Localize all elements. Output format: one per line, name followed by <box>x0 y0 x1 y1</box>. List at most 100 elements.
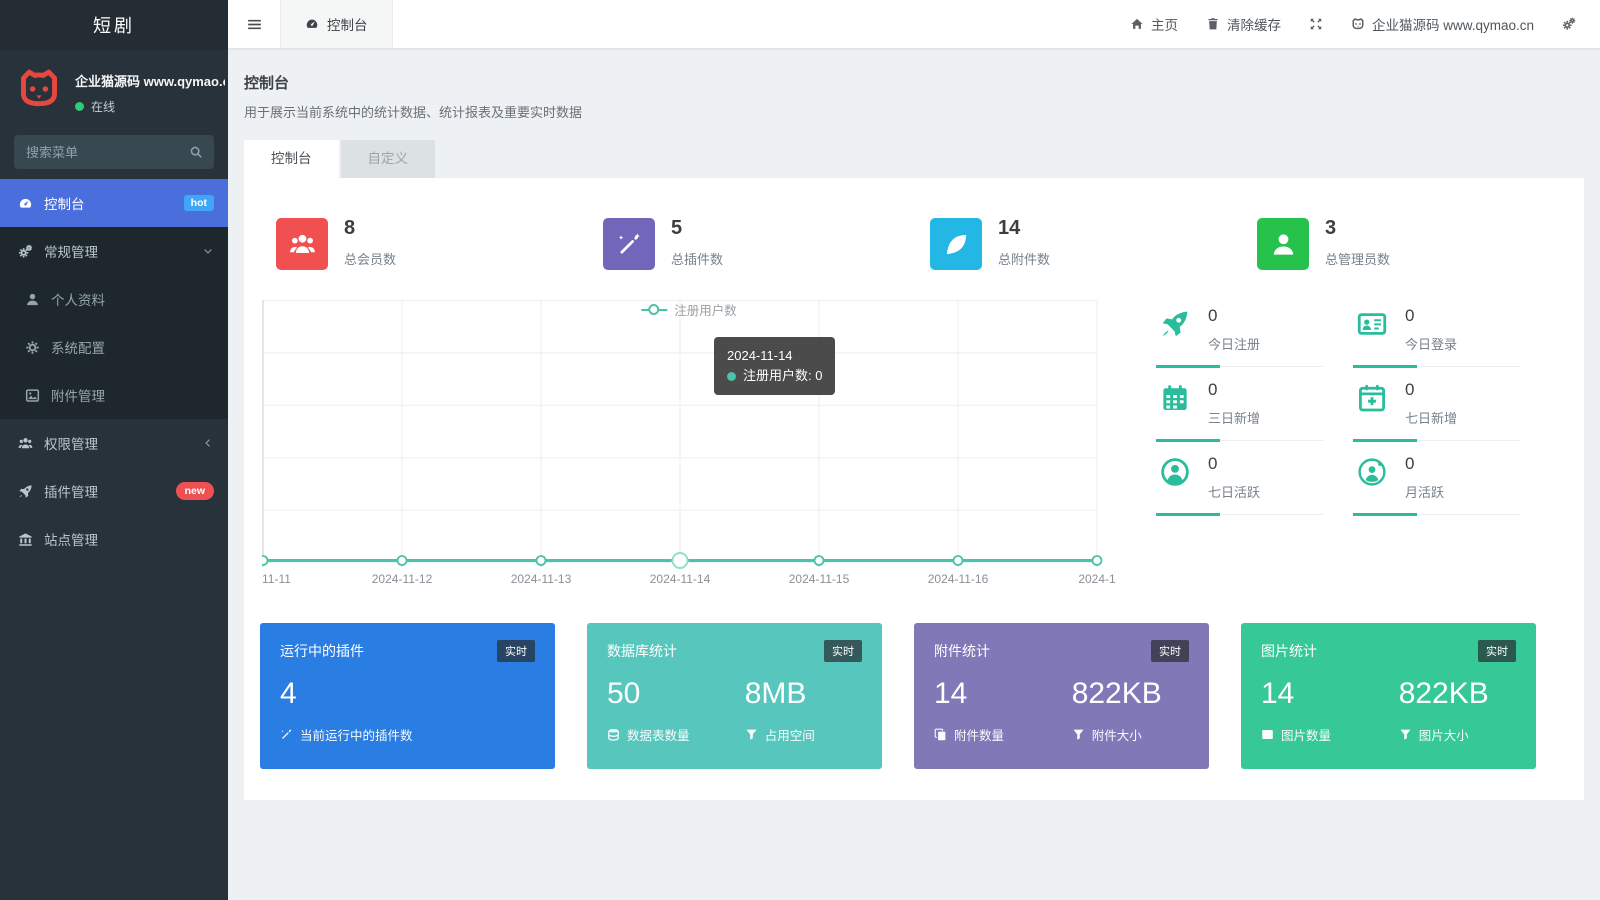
tab-custom[interactable]: 自定义 <box>341 140 436 178</box>
legend-line-marker <box>641 309 667 311</box>
page-subtitle: 用于展示当前系统中的统计数据、统计报表及重要实时数据 <box>244 102 1584 121</box>
divider <box>1156 514 1323 515</box>
sidebar-item-rocket[interactable]: 插件管理 new <box>0 467 228 515</box>
sidebar-item-users[interactable]: 权限管理 <box>0 419 228 467</box>
realtime-cards: 运行中的插件实时4当前运行中的插件数数据库统计实时50数据表数量8MB占用空间附… <box>260 623 1536 769</box>
chart-area: 11-112024-11-122024-11-132024-11-142024-… <box>262 300 1116 597</box>
mini-stat-label: 七日新增 <box>1405 408 1457 427</box>
mini-stats: 0今日注册0今日登录0三日新增0七日新增0七日活跃0月活跃 <box>1116 300 1568 597</box>
sidebar-item-label: 站点管理 <box>44 529 98 549</box>
mini-stat-rocket: 0今日注册 <box>1156 306 1323 367</box>
sidebar-item-label: 个人资料 <box>51 289 105 309</box>
leaf-icon <box>943 231 970 258</box>
divider <box>1353 440 1520 441</box>
card-metric-value: 14 <box>1261 677 1399 712</box>
bank-icon <box>18 532 33 547</box>
sidebar-item-user[interactable]: 个人资料 <box>0 275 228 323</box>
fullscreen-button[interactable] <box>1309 17 1323 31</box>
card-metric: 50数据表数量 <box>607 677 745 744</box>
cogs-icon <box>1562 17 1576 31</box>
trash-icon <box>1206 17 1220 31</box>
topbar-tab-dashboard[interactable]: 控制台 <box>280 0 393 48</box>
mini-stat-label: 今日注册 <box>1208 334 1260 353</box>
stat-tile <box>1257 218 1309 270</box>
mini-stat-user-circle: 0七日活跃 <box>1156 454 1323 515</box>
menu-badge-new: new <box>176 482 214 500</box>
sidebar-item-tachometer[interactable]: 控制台 hot <box>0 179 228 227</box>
sidebar: 短剧 企业猫源码 www.qymao.cn 在线 控制台hot常规管理个人资料系… <box>0 0 228 900</box>
sidebar-item-label: 控制台 <box>44 193 85 213</box>
realtime-card: 数据库统计实时50数据表数量8MB占用空间 <box>587 623 882 769</box>
topbar-right: 主页 清除缓存 企业猫源码 www.qymao.cn <box>1130 14 1600 34</box>
sidebar-item-label: 插件管理 <box>44 481 98 501</box>
tachometer-icon <box>18 196 33 211</box>
card-metric-value: 822KB <box>1399 677 1516 712</box>
card-metric-label: 当前运行中的插件数 <box>300 725 413 744</box>
stat-tile <box>930 218 982 270</box>
search-icon <box>189 145 203 159</box>
card-metric-label: 占用空间 <box>765 725 815 744</box>
card-metric-value: 50 <box>607 677 745 712</box>
menu-badge-hot: hot <box>184 195 214 211</box>
card-metric: 14附件数量 <box>934 677 1072 744</box>
brand-link[interactable]: 企业猫源码 www.qymao.cn <box>1351 14 1534 34</box>
stat-leaf: 14总附件数 <box>914 216 1241 270</box>
mini-stat-calendar: 0三日新增 <box>1156 380 1323 441</box>
user-panel: 企业猫源码 www.qymao.cn 在线 <box>0 50 228 123</box>
divider <box>1353 366 1520 367</box>
divider <box>1156 440 1323 441</box>
sidebar-item-label: 权限管理 <box>44 433 98 453</box>
mini-stat-label: 月活跃 <box>1405 482 1444 501</box>
calendar-icon <box>1160 383 1190 413</box>
sidebar-item-file-image[interactable]: 附件管理 <box>0 371 228 419</box>
card-metric-value: 822KB <box>1072 677 1189 712</box>
user-icon <box>25 292 40 307</box>
divider <box>1353 514 1520 515</box>
sidebar-toggle-button[interactable] <box>228 0 280 48</box>
main-area: 控制台 主页 清除缓存 企业猫源码 www.qymao.cn 控制台 用于展示当… <box>228 0 1600 900</box>
chart-legend[interactable]: 注册用户数 <box>641 300 737 319</box>
realtime-card: 图片统计实时14图片数量822KB图片大小 <box>1241 623 1536 769</box>
mini-stat-value: 0 <box>1405 380 1457 400</box>
search-input[interactable] <box>14 135 214 169</box>
stat-value: 5 <box>671 217 723 240</box>
card-metric: 822KB 图片大小 <box>1399 677 1516 744</box>
file-image-icon <box>25 388 40 403</box>
realtime-badge: 实时 <box>1478 640 1516 662</box>
user-circle-icon <box>1160 457 1190 487</box>
card-metric-label: 图片大小 <box>1419 725 1469 744</box>
sidebar-item-cogs[interactable]: 常规管理 <box>0 227 228 275</box>
filter-icon <box>1072 728 1085 741</box>
clear-cache-button[interactable]: 清除缓存 <box>1206 14 1281 34</box>
stat-label: 总附件数 <box>998 249 1050 268</box>
expand-icon <box>1309 17 1323 31</box>
online-dot <box>75 102 84 111</box>
card-metric-value: 8MB <box>745 677 862 712</box>
x-tick-label: 2024-1 <box>1078 572 1116 586</box>
x-tick-label: 2024-11-14 <box>650 572 711 586</box>
content: 控制台 用于展示当前系统中的统计数据、统计报表及重要实时数据 控制台自定义 8总… <box>228 48 1600 900</box>
mini-stat-id-card: 0今日登录 <box>1353 306 1520 367</box>
home-link[interactable]: 主页 <box>1130 14 1178 34</box>
settings-button[interactable] <box>1562 17 1576 31</box>
bars-icon <box>246 16 263 33</box>
sidebar-item-bank[interactable]: 站点管理 <box>0 515 228 563</box>
x-tick-label: 2024-11-12 <box>372 572 433 586</box>
tab-dashboard[interactable]: 控制台 <box>244 140 339 178</box>
panel-tabs: 控制台自定义 <box>244 140 1584 178</box>
card-title: 运行中的插件 <box>280 641 364 661</box>
cat-icon <box>16 66 62 112</box>
cogs-icon <box>18 244 33 259</box>
card-metric-label: 附件大小 <box>1092 725 1142 744</box>
mini-stat-label: 今日登录 <box>1405 334 1457 353</box>
stat-value: 3 <box>1325 217 1390 240</box>
rocket-icon <box>1160 309 1190 339</box>
magic-icon <box>280 728 293 741</box>
card-title: 数据库统计 <box>607 641 677 661</box>
card-metric: 822KB 附件大小 <box>1072 677 1189 744</box>
sidebar-item-cog[interactable]: 系统配置 <box>0 323 228 371</box>
mini-stat-label: 三日新增 <box>1208 408 1260 427</box>
card-metric-label: 图片数量 <box>1281 725 1331 744</box>
stat-users: 8总会员数 <box>260 216 587 270</box>
calendar-plus-icon <box>1357 383 1387 413</box>
